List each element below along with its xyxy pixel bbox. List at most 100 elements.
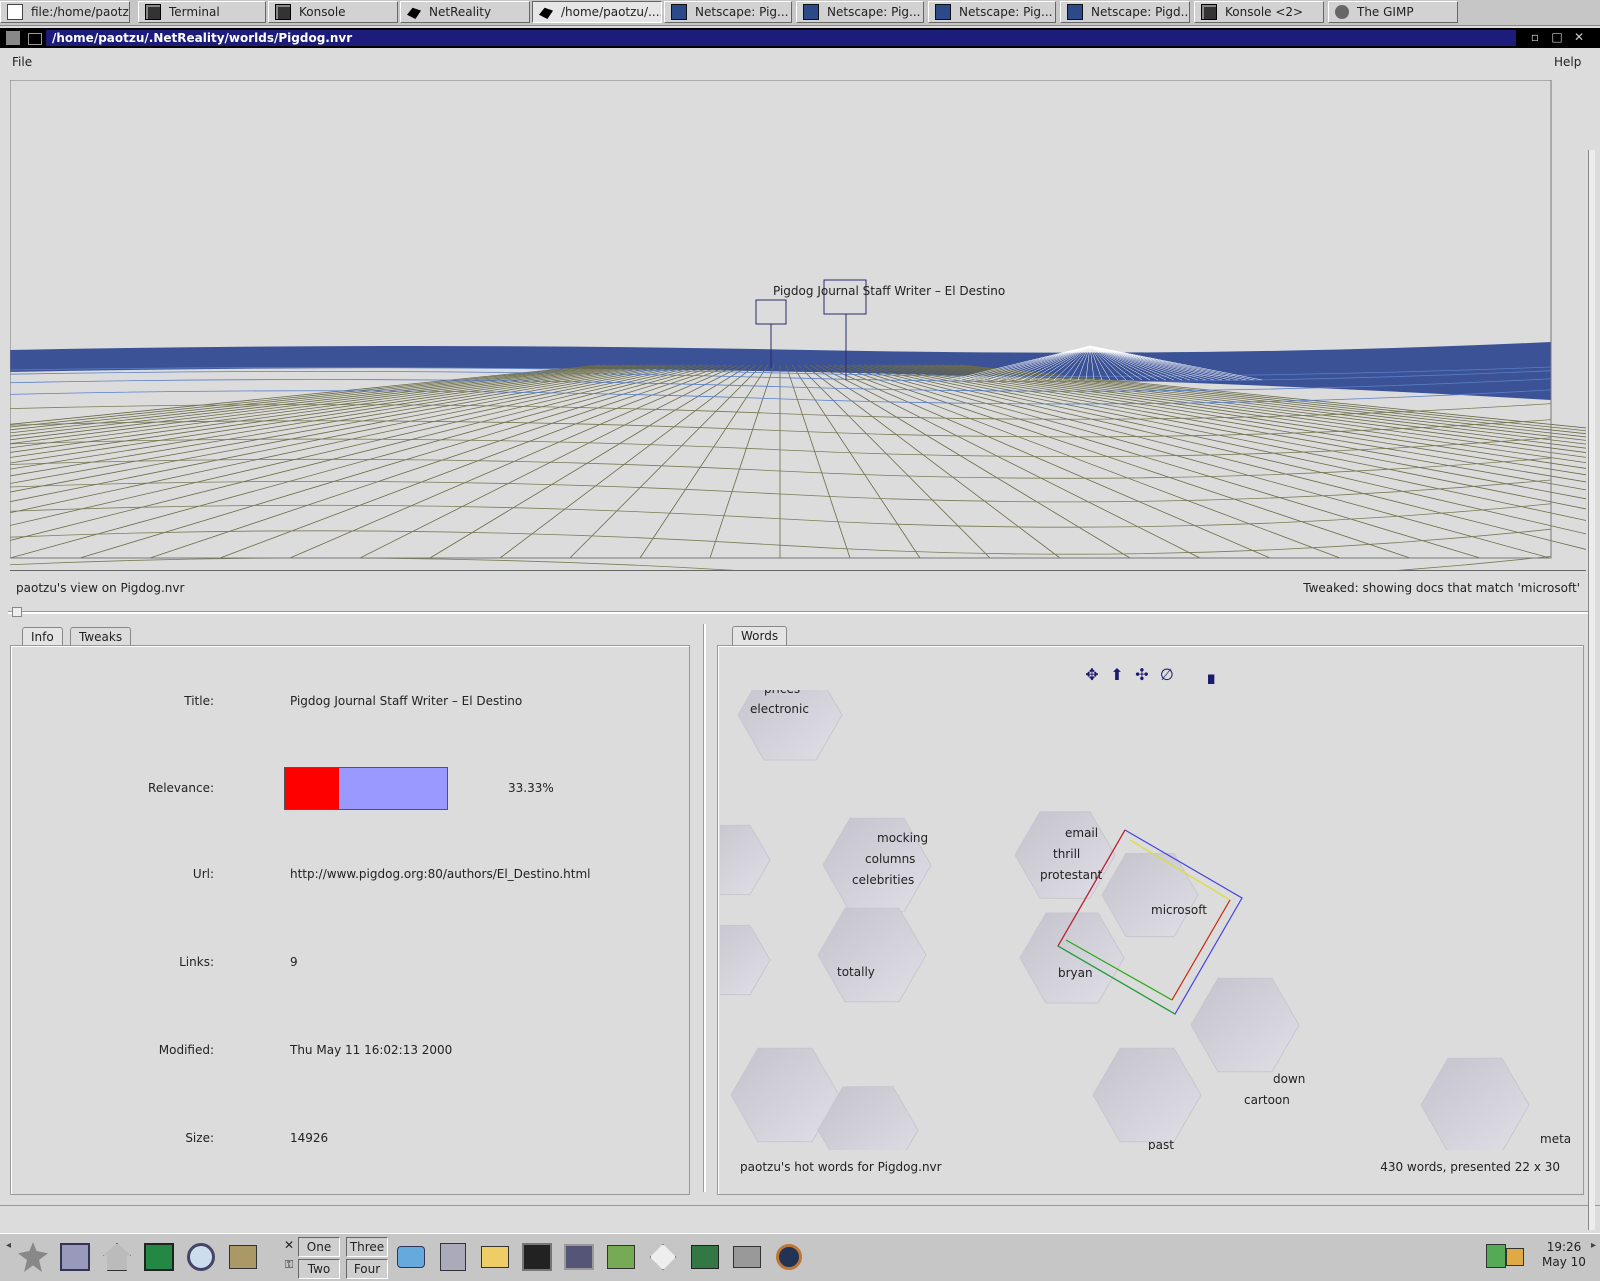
netreality-icon [407,7,421,19]
terminal-icon [1201,4,1217,20]
word-hexagon[interactable] [737,690,843,761]
horizontal-splitter[interactable] [8,611,1588,614]
word-hexagon[interactable] [1190,977,1300,1073]
network-status-icon[interactable] [1486,1244,1506,1268]
taskbar-item-terminal[interactable]: Terminal [138,1,266,23]
move-icon[interactable]: ✥ [1082,665,1102,685]
tab-tweaks[interactable]: Tweaks [70,627,132,646]
taskbar-item-gimp[interactable]: The GIMP [1328,1,1458,23]
pan-icon[interactable]: ✣ [1132,665,1152,685]
k-menu-icon[interactable] [14,1238,52,1276]
editor-icon[interactable] [476,1238,514,1276]
find-icon[interactable] [182,1238,220,1276]
system-tray [1484,1240,1526,1272]
clock[interactable]: 19:26 May 10 [1536,1240,1592,1270]
desktop-two-button[interactable]: Two [298,1259,340,1279]
word-hexagon[interactable] [1420,1057,1530,1150]
word-columns[interactable]: columns [865,852,915,866]
taskbar-item-active-window[interactable]: /home/paotzu/.... [532,1,662,23]
helm-icon[interactable] [770,1238,808,1276]
menu-help[interactable]: Help [1554,52,1581,72]
browser-icon[interactable] [644,1238,682,1276]
clock-date: May 10 [1542,1255,1586,1269]
word-microsoft[interactable]: microsoft [1151,903,1207,917]
tools-icon[interactable] [224,1238,262,1276]
paint-icon[interactable] [602,1238,640,1276]
taskbar-item-konsole[interactable]: Konsole [268,1,398,23]
view-border [10,570,1586,571]
word-email[interactable]: email [1065,826,1098,840]
lock-icon[interactable]: ⚿ [282,1258,296,1276]
info-panel [10,645,690,1195]
node-label: Pigdog Journal Staff Writer – El Destino [773,284,1005,298]
taskbar-item-netscape-1[interactable]: Netscape: Pig... [664,1,792,23]
word-hexagon[interactable] [1092,1047,1202,1143]
taskbar-item-konsole-2[interactable]: Konsole <2> [1194,1,1324,23]
network-icon[interactable] [728,1238,766,1276]
url-label: Url: [192,867,214,881]
taskbar-item-netscape-2[interactable]: Netscape: Pig... [796,1,924,23]
up-arrow-icon[interactable]: ⬆ [1107,665,1127,685]
shrink-icon[interactable]: ▗ [1198,665,1218,685]
taskbar-item-netreality[interactable]: NetReality [400,1,530,23]
hardware-icon[interactable] [686,1238,724,1276]
world-3d-view[interactable]: Pigdog Journal Staff Writer – El Destino [10,80,1586,570]
calculator-icon[interactable] [434,1238,472,1276]
relevance-bar [284,767,448,810]
word-hexagon[interactable] [720,924,771,996]
minimize-icon[interactable]: ▫ [1528,30,1542,44]
word-mocking[interactable]: mocking [877,831,928,845]
word-hexagons [720,690,1530,1150]
taskbar-item-file[interactable]: file:/home/paotzu/ [0,1,130,23]
taskbar-item-netscape-3[interactable]: Netscape: Pig... [928,1,1056,23]
menu-file[interactable]: File [12,52,32,72]
home-icon[interactable] [98,1238,136,1276]
tab-info[interactable]: Info [22,627,63,646]
close-icon[interactable]: ✕ [282,1238,296,1256]
word-hexagon[interactable] [1019,912,1125,1004]
splitter-handle[interactable] [12,607,22,617]
close-icon[interactable]: ✕ [1572,30,1586,44]
word-celebrities[interactable]: celebrities [852,873,914,887]
taskbar-item-netscape-4[interactable]: Netscape: Pigd... [1060,1,1190,23]
tray-app-icon[interactable] [1506,1248,1524,1266]
word-cartoon[interactable]: cartoon [1244,1093,1290,1107]
clear-icon[interactable]: ∅ [1157,665,1177,685]
word-hexagon[interactable] [720,824,771,896]
word-prices[interactable]: prices [764,690,800,696]
tab-words[interactable]: Words [732,626,788,645]
word-protestant[interactable]: protestant [1040,868,1103,882]
desktop-four-button[interactable]: Four [346,1259,388,1279]
pin-icon[interactable] [28,33,42,45]
desktop-one-button[interactable]: One [298,1237,340,1257]
word-thrill[interactable]: thrill [1053,847,1080,861]
monitor-icon[interactable] [560,1238,598,1276]
word-hexagon[interactable] [1101,852,1199,938]
kde-app-icon[interactable] [392,1238,430,1276]
taskbar-top: file:/home/paotzu/ Terminal Konsole NetR… [0,0,1600,26]
window-list-icon[interactable] [56,1238,94,1276]
vertical-splitter[interactable] [703,624,706,1192]
word-past[interactable]: past [1148,1138,1174,1150]
word-map[interactable]: prices electronic mocking columns celebr… [720,690,1580,1150]
word-electronic[interactable]: electronic [750,702,809,716]
relevance-label: Relevance: [148,781,214,795]
shell-icon[interactable] [518,1238,556,1276]
word-down[interactable]: down [1273,1072,1305,1086]
word-bryan[interactable]: bryan [1058,966,1093,980]
maximize-icon[interactable]: □ [1550,30,1564,44]
word-totally[interactable]: totally [837,965,875,979]
size-value: 14926 [290,1131,329,1145]
view-caption-right: Tweaked: showing docs that match 'micros… [1303,581,1580,595]
relevance-value: 33.33% [508,781,554,795]
panel-collapse-right-icon[interactable]: ▸ [1591,1240,1597,1274]
terminal-icon[interactable] [140,1238,178,1276]
words-caption-right: 430 words, presented 22 x 30 [1380,1160,1560,1174]
netscape-icon [803,4,819,20]
word-hexagon[interactable] [817,907,927,1003]
window-title: /home/paotzu/.NetReality/worlds/Pigdog.n… [46,30,1516,46]
panel-collapse-left-icon[interactable]: ◂ [6,1240,12,1274]
word-meta[interactable]: meta [1540,1132,1571,1146]
window-menu-icon[interactable] [6,31,20,45]
desktop-three-button[interactable]: Three [346,1237,388,1257]
